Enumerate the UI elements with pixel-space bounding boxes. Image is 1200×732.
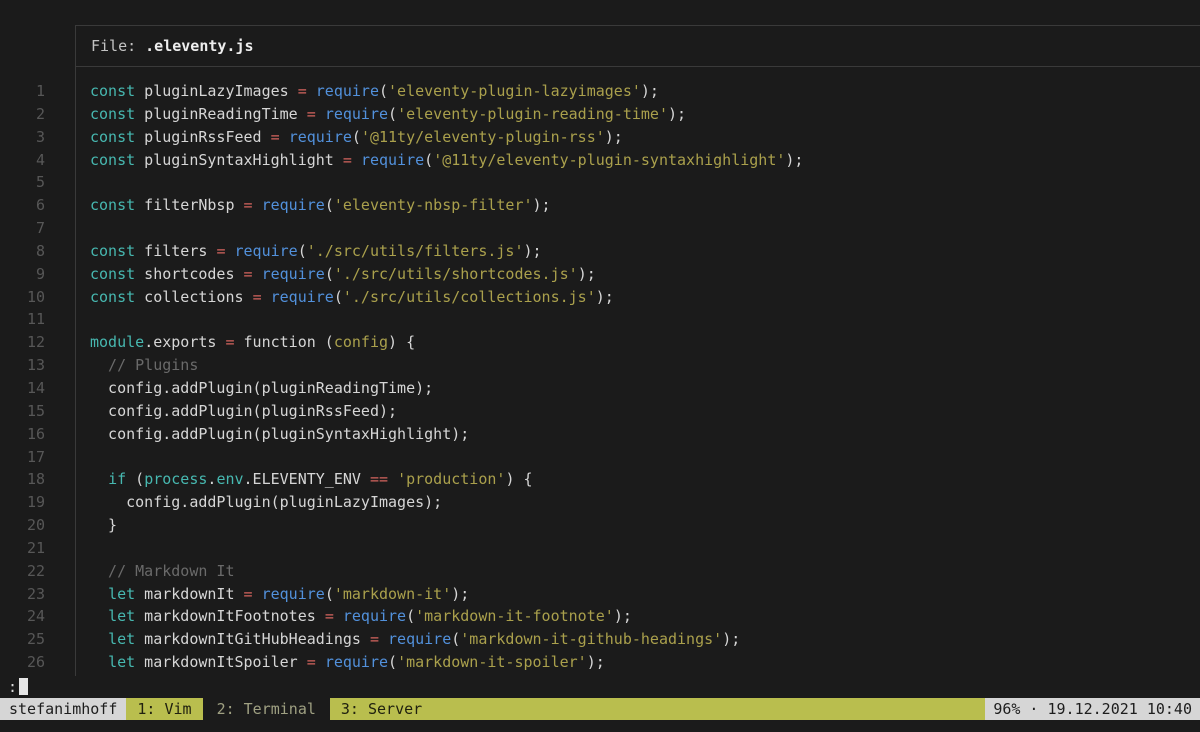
- code-text: const filters = require('./src/utils/fil…: [45, 240, 542, 263]
- code-line[interactable]: 26 let markdownItSpoiler = require('mark…: [0, 651, 1200, 674]
- code-line[interactable]: 22 // Markdown It: [0, 560, 1200, 583]
- line-number: 2: [0, 103, 45, 126]
- status-right: 96% · 19.12.2021 10:40: [985, 698, 1200, 720]
- code-text: if (process.env.ELEVENTY_ENV == 'product…: [45, 468, 533, 491]
- file-header-divider: [75, 66, 1200, 67]
- line-number: 17: [0, 446, 45, 469]
- code-line[interactable]: 9const shortcodes = require('./src/utils…: [0, 263, 1200, 286]
- file-name: .eleventy.js: [145, 37, 253, 55]
- code-line[interactable]: 4const pluginSyntaxHighlight = require('…: [0, 149, 1200, 172]
- code-line[interactable]: 2const pluginReadingTime = require('elev…: [0, 103, 1200, 126]
- vim-command-line[interactable]: :: [8, 676, 28, 698]
- code-line[interactable]: 20 }: [0, 514, 1200, 537]
- code-text: // Markdown It: [45, 560, 235, 583]
- code-line[interactable]: 10const collections = require('./src/uti…: [0, 286, 1200, 309]
- code-line[interactable]: 18 if (process.env.ELEVENTY_ENV == 'prod…: [0, 468, 1200, 491]
- line-number: 26: [0, 651, 45, 674]
- line-number: 20: [0, 514, 45, 537]
- line-number: 21: [0, 537, 45, 560]
- code-line[interactable]: 12module.exports = function (config) {: [0, 331, 1200, 354]
- line-number: 24: [0, 605, 45, 628]
- code-text: config.addPlugin(pluginSyntaxHighlight);: [45, 423, 469, 446]
- code-text: const pluginLazyImages = require('eleven…: [45, 80, 659, 103]
- terminal-screen: File: .eleventy.js 1const pluginLazyImag…: [0, 0, 1200, 732]
- line-number: 22: [0, 560, 45, 583]
- tmux-status-bar: stefanimhoff 1: Vim2: Terminal3: Server …: [0, 698, 1200, 720]
- code-text: config.addPlugin(pluginReadingTime);: [45, 377, 433, 400]
- code-text: [45, 446, 90, 469]
- line-number: 9: [0, 263, 45, 286]
- code-text: config.addPlugin(pluginLazyImages);: [45, 491, 442, 514]
- code-text: }: [45, 514, 117, 537]
- code-line[interactable]: 17: [0, 446, 1200, 469]
- line-number: 1: [0, 80, 45, 103]
- code-text: let markdownIt = require('markdown-it');: [45, 583, 469, 606]
- code-text: let markdownItGitHubHeadings = require('…: [45, 628, 740, 651]
- code-area[interactable]: 1const pluginLazyImages = require('eleve…: [0, 80, 1200, 674]
- code-text: [45, 308, 90, 331]
- code-text: [45, 171, 90, 194]
- code-line[interactable]: 7: [0, 217, 1200, 240]
- code-line[interactable]: 3const pluginRssFeed = require('@11ty/el…: [0, 126, 1200, 149]
- code-line[interactable]: 11: [0, 308, 1200, 331]
- line-number: 8: [0, 240, 45, 263]
- code-text: let markdownItFootnotes = require('markd…: [45, 605, 632, 628]
- code-text: const pluginRssFeed = require('@11ty/ele…: [45, 126, 623, 149]
- code-text: const collections = require('./src/utils…: [45, 286, 614, 309]
- code-text: let markdownItSpoiler = require('markdow…: [45, 651, 605, 674]
- code-line[interactable]: 25 let markdownItGitHubHeadings = requir…: [0, 628, 1200, 651]
- line-number: 23: [0, 583, 45, 606]
- line-number: 6: [0, 194, 45, 217]
- line-number: 10: [0, 286, 45, 309]
- line-number: 12: [0, 331, 45, 354]
- line-number: 18: [0, 468, 45, 491]
- line-number: 25: [0, 628, 45, 651]
- code-line[interactable]: 21: [0, 537, 1200, 560]
- code-text: const pluginSyntaxHighlight = require('@…: [45, 149, 803, 172]
- line-number: 14: [0, 377, 45, 400]
- code-line[interactable]: 14 config.addPlugin(pluginReadingTime);: [0, 377, 1200, 400]
- code-line[interactable]: 8const filters = require('./src/utils/fi…: [0, 240, 1200, 263]
- code-text: // Plugins: [45, 354, 198, 377]
- code-line[interactable]: 24 let markdownItFootnotes = require('ma…: [0, 605, 1200, 628]
- code-text: const filterNbsp = require('eleventy-nbs…: [45, 194, 551, 217]
- session-name: stefanimhoff: [0, 698, 126, 720]
- code-text: module.exports = function (config) {: [45, 331, 415, 354]
- line-number: 19: [0, 491, 45, 514]
- line-number: 11: [0, 308, 45, 331]
- code-text: [45, 217, 90, 240]
- code-line[interactable]: 6const filterNbsp = require('eleventy-nb…: [0, 194, 1200, 217]
- code-line[interactable]: 1const pluginLazyImages = require('eleve…: [0, 80, 1200, 103]
- cursor-block: [19, 678, 28, 695]
- line-number: 7: [0, 217, 45, 240]
- code-line[interactable]: 13 // Plugins: [0, 354, 1200, 377]
- code-line[interactable]: 15 config.addPlugin(pluginRssFeed);: [0, 400, 1200, 423]
- window-tab-server[interactable]: 3: Server: [330, 698, 985, 720]
- code-line[interactable]: 23 let markdownIt = require('markdown-it…: [0, 583, 1200, 606]
- command-prompt: :: [8, 678, 17, 696]
- line-number: 5: [0, 171, 45, 194]
- code-line[interactable]: 16 config.addPlugin(pluginSyntaxHighligh…: [0, 423, 1200, 446]
- code-line[interactable]: 19 config.addPlugin(pluginLazyImages);: [0, 491, 1200, 514]
- window-tab-vim[interactable]: 1: Vim: [126, 698, 202, 720]
- file-header: File: .eleventy.js: [91, 26, 254, 66]
- line-number: 16: [0, 423, 45, 446]
- code-text: const shortcodes = require('./src/utils/…: [45, 263, 596, 286]
- line-number: 4: [0, 149, 45, 172]
- line-number: 15: [0, 400, 45, 423]
- code-line[interactable]: 5: [0, 171, 1200, 194]
- line-number: 3: [0, 126, 45, 149]
- code-text: [45, 537, 90, 560]
- code-text: const pluginReadingTime = require('eleve…: [45, 103, 686, 126]
- file-label: File:: [91, 37, 136, 55]
- line-number: 13: [0, 354, 45, 377]
- code-text: config.addPlugin(pluginRssFeed);: [45, 400, 397, 423]
- window-tab-terminal[interactable]: 2: Terminal: [203, 698, 330, 720]
